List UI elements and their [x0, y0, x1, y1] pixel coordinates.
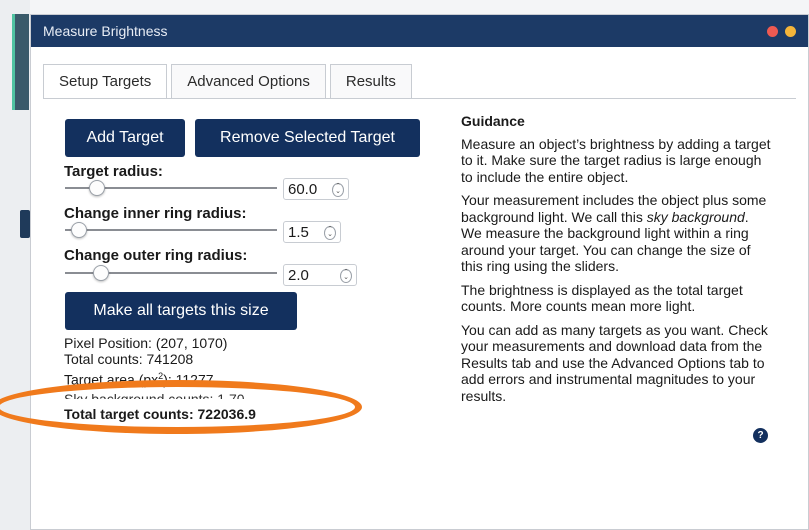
guidance-heading: Guidance	[461, 113, 525, 129]
inner-ring-radius-input[interactable]: 1.5 ⌃ ⌄	[283, 221, 341, 243]
outer-ring-radius-label: Change outer ring radius:	[64, 247, 248, 264]
target-radius-value: 60.0	[288, 181, 318, 198]
slider-track	[65, 229, 277, 231]
remove-selected-target-button[interactable]: Remove Selected Target	[195, 119, 420, 157]
background-panel	[12, 14, 35, 110]
tab-advanced-options[interactable]: Advanced Options	[171, 64, 326, 98]
tab-bar: Setup Targets Advanced Options Results	[43, 64, 412, 98]
inner-ring-radius-label: Change inner ring radius:	[64, 205, 247, 222]
window-title: Measure Brightness	[43, 23, 168, 39]
slider-thumb[interactable]	[70, 222, 87, 238]
minimize-window-icon[interactable]	[785, 25, 796, 37]
highlight-ellipse	[0, 380, 362, 434]
slider-thumb[interactable]	[88, 180, 105, 196]
window-titlebar[interactable]: Measure Brightness	[31, 15, 808, 47]
stepper-icon[interactable]: ⌃ ⌄	[324, 226, 336, 240]
target-radius-slider[interactable]	[65, 180, 277, 196]
pixel-position-text: Pixel Position: (207, 1070)	[64, 335, 228, 351]
stepper-icon[interactable]: ⌃ ⌄	[340, 269, 352, 283]
sky-background-term: sky background	[646, 208, 745, 225]
make-all-targets-size-button[interactable]: Make all targets this size	[65, 292, 297, 330]
window-controls	[767, 25, 796, 37]
inner-ring-radius-value: 1.5	[288, 224, 309, 241]
tab-setup-targets[interactable]: Setup Targets	[43, 64, 168, 98]
slider-thumb[interactable]	[92, 265, 109, 281]
close-window-icon[interactable]	[767, 25, 778, 37]
outer-ring-radius-input[interactable]: 2.0 ⌃ ⌄	[283, 264, 357, 286]
help-icon[interactable]: ?	[753, 428, 768, 443]
guidance-panel: Guidance Measure an object’s brightness …	[461, 113, 771, 411]
guidance-paragraph-4: You can add as many targets as you want.…	[461, 321, 768, 404]
measure-brightness-window: Measure Brightness Setup Targets Advance…	[30, 14, 809, 530]
guidance-paragraph-3: The brightness is displayed as the total…	[461, 281, 743, 315]
tab-results[interactable]: Results	[329, 64, 412, 98]
total-counts-text: Total counts: 741208	[64, 351, 194, 367]
add-target-button[interactable]: Add Target	[65, 119, 185, 157]
outer-ring-radius-value: 2.0	[288, 267, 309, 284]
guidance-paragraph-2: Your measurement includes the object plu…	[461, 192, 771, 275]
outer-ring-radius-slider[interactable]	[65, 265, 277, 281]
guidance-paragraph-1: Measure an object’s brightness by adding…	[461, 135, 771, 185]
stepper-icon[interactable]: ⌃ ⌄	[332, 183, 344, 197]
target-radius-input[interactable]: 60.0 ⌃ ⌄	[283, 178, 349, 200]
inner-ring-radius-slider[interactable]	[65, 222, 277, 238]
background-button	[20, 210, 30, 238]
tab-divider	[43, 98, 796, 99]
target-radius-label: Target radius:	[64, 163, 163, 180]
